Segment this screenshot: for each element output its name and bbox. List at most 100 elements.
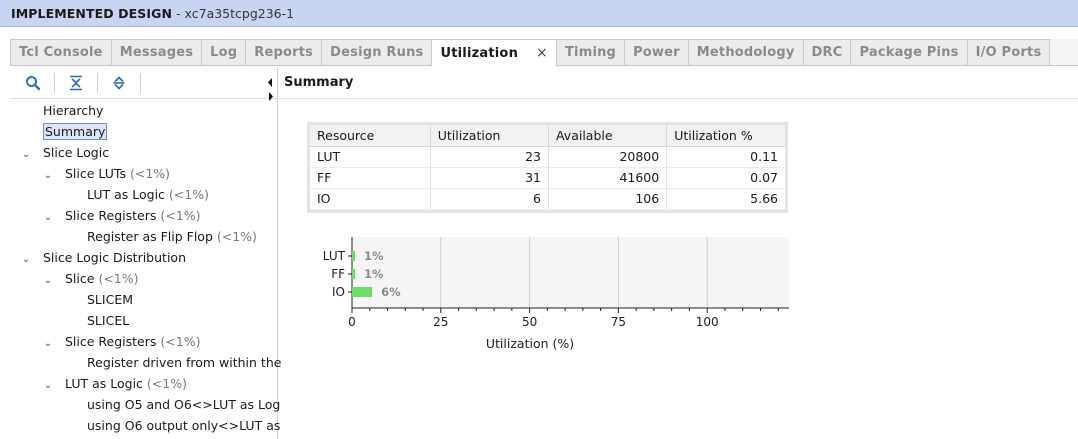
tree-item-label: Slice Registers	[65, 208, 157, 223]
tree-item-percent: (<1%)	[160, 208, 201, 223]
tree-item[interactable]: Register as Flip Flop (<1%)	[10, 226, 278, 247]
tree-item[interactable]: Register driven from within the	[10, 352, 281, 373]
tree-item-percent: (<1%)	[98, 271, 139, 286]
tab-i-o-ports[interactable]: I/O Ports	[967, 39, 1051, 65]
y-tick-label: FF	[331, 267, 345, 281]
tree-item-label: Slice Logic	[43, 145, 110, 160]
tab-messages[interactable]: Messages	[111, 39, 203, 65]
tab-label: Log	[210, 45, 238, 60]
tree-item[interactable]: ⌄ Slice Logic Distribution	[10, 247, 278, 268]
tree-item[interactable]: ⌄ Slice Logic	[10, 142, 278, 163]
y-tick-label: LUT	[323, 249, 346, 263]
toolbar-divider	[140, 72, 141, 93]
utilization-table-frame: Resource Utilization Available Utilization …	[307, 122, 788, 213]
tab-bar: Tcl Console Messages Log Reports Design Runs…	[0, 27, 1078, 67]
tab-label: Messages	[119, 45, 194, 60]
tree-item[interactable]: Hierarchy	[10, 100, 278, 121]
table-cell: 0.07	[666, 167, 785, 189]
tree-item-label: Hierarchy	[43, 103, 104, 118]
tree-item-label: Slice Registers	[65, 334, 157, 349]
tab-methodology[interactable]: Methodology	[688, 39, 804, 65]
chevron-down-icon[interactable]: ⌄	[42, 270, 54, 291]
nav-toolbar	[10, 67, 277, 99]
close-icon[interactable]: ×	[536, 45, 548, 61]
plot-area	[352, 237, 789, 308]
y-tick-label: IO	[332, 285, 345, 299]
chevron-down-icon[interactable]: ⌄	[42, 165, 54, 186]
tree-item[interactable]: SLICEM	[10, 289, 278, 310]
tree-item-label: LUT as Logic	[65, 376, 143, 391]
table-header-row: Resource Utilization Available Utilization …	[310, 125, 785, 147]
tree-item[interactable]: ⌄ Slice Registers (<1%)	[10, 205, 278, 226]
tab-reports[interactable]: Reports	[246, 39, 323, 65]
tree-item[interactable]: LUT as Logic (<1%)	[10, 184, 278, 205]
table-cell: IO	[310, 188, 431, 210]
tab-timing[interactable]: Timing	[556, 39, 626, 65]
x-tick-label: 100	[696, 315, 719, 329]
table-cell: 6	[430, 188, 549, 210]
tabs: Tcl Console Messages Log Reports Design Runs…	[10, 39, 1078, 67]
tab-drc[interactable]: DRC	[803, 39, 852, 65]
bar	[352, 269, 355, 279]
x-tick-label: 0	[348, 315, 356, 329]
tree-item[interactable]: ⌄ Slice Registers (<1%)	[10, 331, 278, 352]
tab-label: Design Runs	[330, 45, 424, 60]
table-row[interactable]: FF 31 41600 0.07	[310, 167, 785, 189]
table-body: LUT 23 20800 0.11 FF 31 41600 0.07 IO 6 106 5.66	[310, 146, 785, 210]
tree-item[interactable]: Summary	[10, 121, 278, 142]
table-cell: 106	[548, 188, 668, 210]
expand-all-icon[interactable]	[106, 71, 132, 95]
tree-item-percent: (<1%)	[216, 229, 257, 244]
bar-data-label: 6%	[381, 285, 401, 299]
collapse-all-icon[interactable]	[63, 71, 89, 95]
tree-item[interactable]: ⌄ Slice (<1%)	[10, 268, 278, 289]
chevron-down-icon[interactable]: ⌄	[42, 207, 54, 228]
table-row[interactable]: IO 6 106 5.66	[310, 188, 785, 210]
toolbar-divider	[54, 72, 55, 93]
tree-item[interactable]: SLICEL	[10, 310, 278, 331]
table-cell: FF	[310, 167, 431, 189]
table-row[interactable]: LUT 23 20800 0.11	[310, 146, 785, 168]
utilization-table: Resource Utilization Available Utilization …	[310, 125, 785, 210]
tab-tcl-console[interactable]: Tcl Console	[10, 39, 112, 65]
tree-item[interactable]: using O5 and O6<>LUT as Log	[10, 394, 280, 415]
column-header[interactable]: Utilization %	[666, 125, 785, 147]
tab-utilization[interactable]: Utilization ×	[432, 39, 557, 67]
summary-title: Summary	[279, 67, 1078, 99]
tree-item[interactable]: ⌄ LUT as Logic (<1%)	[10, 373, 278, 394]
search-icon[interactable]	[20, 71, 46, 95]
tree-item-label: Summary	[43, 123, 108, 140]
tab-power[interactable]: Power	[625, 39, 689, 65]
tree-item-percent: (<1%)	[160, 334, 201, 349]
tab-design-runs[interactable]: Design Runs	[322, 39, 433, 65]
tree-item[interactable]: ⌄ Slice LUTs (<1%)	[10, 163, 278, 184]
tab-label: Package Pins	[859, 45, 959, 60]
tab-log[interactable]: Log	[202, 39, 247, 65]
column-header[interactable]: Utilization	[430, 125, 549, 147]
utilization-nav-pane: Hierarchy Summary ⌄ Slice Logic ⌄ Slice LUTs (…	[10, 67, 282, 439]
tab-label: Power	[633, 45, 680, 60]
chevron-down-icon[interactable]: ⌄	[42, 333, 54, 354]
summary-pane: Summary Resource Utilization Available Util…	[279, 67, 1078, 439]
column-header[interactable]: Available	[548, 125, 668, 147]
tab-label: Methodology	[696, 45, 795, 60]
chevron-down-icon[interactable]: ⌄	[42, 375, 54, 396]
chevron-down-icon[interactable]: ⌄	[20, 144, 32, 165]
table-cell: 20800	[548, 146, 668, 168]
tab-label: DRC	[811, 45, 843, 60]
design-title: IMPLEMENTED DESIGN	[11, 5, 173, 21]
tree-item-percent: (<1%)	[146, 376, 187, 391]
pane-splitter[interactable]	[266, 75, 276, 106]
part-number: - xc7a35tcpg236-1	[176, 5, 295, 21]
tab-package-pins[interactable]: Package Pins	[851, 39, 968, 65]
toolbar-divider	[97, 72, 98, 93]
x-axis-label: Utilization (%)	[486, 336, 574, 351]
tab-label: Utilization	[440, 45, 519, 61]
chevron-down-icon[interactable]: ⌄	[20, 249, 32, 270]
column-header[interactable]: Resource	[310, 125, 431, 147]
utilization-tree: Hierarchy Summary ⌄ Slice Logic ⌄ Slice LUTs (…	[10, 100, 282, 436]
tab-label: Timing	[564, 45, 617, 60]
tab-label: I/O Ports	[975, 45, 1042, 60]
tree-item-label: LUT as Logic	[87, 187, 165, 202]
tree-item[interactable]: using O6 output only<>LUT as	[10, 415, 280, 436]
